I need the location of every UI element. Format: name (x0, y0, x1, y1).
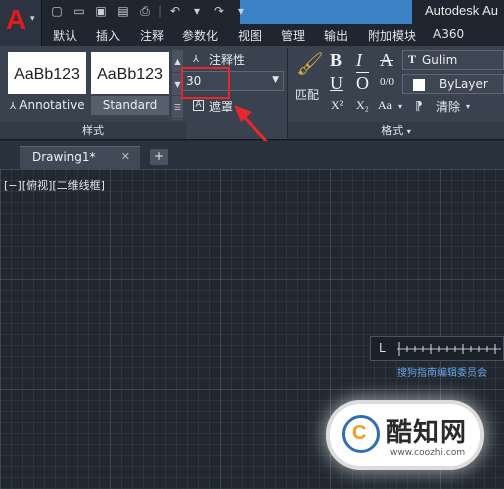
annotative-icon: ⅄ (193, 54, 200, 65)
chevron-down-icon: ▾ (406, 127, 411, 136)
text-style-standard[interactable]: AaBb123 (91, 52, 169, 94)
text-style-label: ⅄ Annotative (10, 98, 85, 112)
redo-icon[interactable]: ↷ (210, 3, 228, 20)
change-case-button[interactable]: Aa (378, 98, 392, 113)
ruler-ticks (397, 342, 501, 356)
watermark-url: www.coozhi.com (390, 448, 466, 458)
application-menu-button[interactable]: A ▾ (0, 0, 42, 46)
text-style-label: Standard (91, 96, 169, 115)
document-name: Drawing1* (32, 150, 96, 164)
subscript-button[interactable]: X₂ (356, 98, 369, 113)
redo-dropdown-icon[interactable]: ▾ (232, 3, 250, 20)
watermark-title: 酷知网 (386, 418, 468, 448)
tab-default[interactable]: 默认 (53, 27, 77, 44)
save-as-icon[interactable]: ▤ (114, 3, 132, 20)
quick-access-toolbar: ▢ ▭ ▣ ▤ ⎙ | ↶ ▾ ↷ ▾ (48, 3, 250, 20)
toolbar-separator: | (158, 4, 163, 18)
format-panel-title[interactable]: 格式 ▾ (288, 122, 504, 139)
format-panel-label: 格式 (381, 124, 404, 137)
tab-view[interactable]: 视图 (238, 27, 262, 44)
oblique-button[interactable]: 0/0 (380, 76, 394, 88)
viewport-controls[interactable]: [−][俯视][二维线框] (4, 177, 105, 193)
clear-format-button[interactable]: 清除 (436, 98, 460, 115)
ruler-caption: 搜狗指南编辑委员会 (397, 368, 487, 379)
new-file-icon[interactable]: ▢ (48, 3, 66, 20)
tab-manage[interactable]: 管理 (281, 27, 305, 44)
clear-format-icon: ⁋ (415, 99, 423, 113)
tab-output[interactable]: 输出 (324, 27, 348, 44)
title-bar: ▢ ▭ ▣ ▤ ⎙ | ↶ ▾ ↷ ▾ Autodesk Au (0, 0, 504, 24)
text-color-combobox[interactable]: ByLayer (402, 74, 504, 94)
chevron-down-icon: ▾ (30, 14, 35, 24)
save-icon[interactable]: ▣ (92, 3, 110, 20)
tab-stop-icon[interactable]: L (379, 341, 386, 355)
color-swatch (413, 79, 425, 91)
app-title: Autodesk Au (425, 3, 498, 18)
font-combobox[interactable]: T Gulim (402, 50, 504, 70)
open-icon[interactable]: ▭ (70, 3, 88, 20)
tab-annotate[interactable]: 注释 (140, 27, 164, 44)
tab-drawing1[interactable]: Drawing1* ✕ (20, 146, 140, 169)
undo-dropdown-icon[interactable]: ▾ (188, 3, 206, 20)
tab-insert[interactable]: 插入 (96, 27, 120, 44)
italic-button[interactable]: I (356, 50, 362, 71)
tab-parametric[interactable]: 参数化 (182, 27, 218, 44)
strikethrough-button[interactable]: A (380, 50, 393, 71)
expand-gallery-icon[interactable]: ☰ (172, 96, 183, 119)
annotative-button[interactable]: 注释性 (209, 51, 245, 68)
truetype-font-icon: T (408, 52, 417, 66)
coozhi-logo-icon: C (342, 415, 380, 453)
text-style-sample: AaBb123 (14, 66, 80, 83)
overline-button[interactable]: O (356, 73, 369, 94)
bold-button[interactable]: B (330, 50, 342, 71)
chevron-down-icon[interactable]: ▾ (398, 102, 402, 111)
underline-button[interactable]: U (330, 73, 343, 94)
new-tab-button[interactable]: + (150, 149, 168, 165)
chevron-down-icon[interactable]: ▾ (466, 102, 470, 111)
chevron-down-icon[interactable]: ▼ (272, 75, 279, 85)
highlight-box (181, 67, 230, 99)
watermark-logo: C 酷知网 www.coozhi.com (330, 404, 480, 466)
undo-icon[interactable]: ↶ (166, 3, 184, 20)
annotative-icon: ⅄ (10, 101, 20, 112)
title-bar-highlight (240, 0, 412, 24)
mask-icon: A (193, 100, 204, 111)
close-icon[interactable]: ✕ (121, 150, 130, 163)
print-icon[interactable]: ⎙ (136, 3, 154, 20)
text-color-name[interactable]: ByLayer (439, 77, 488, 91)
font-name[interactable]: Gulim (422, 53, 457, 67)
tab-a360[interactable]: A360 (433, 27, 464, 41)
superscript-button[interactable]: X² (331, 98, 343, 113)
text-style-sample: AaBb123 (97, 66, 163, 83)
ribbon-tab-bar: 默认 插入 注释 参数化 视图 管理 输出 附加模块 A360 (42, 24, 504, 46)
match-properties-icon[interactable]: 🖌 (296, 52, 324, 77)
document-tab-bar: Drawing1* ✕ + (0, 141, 504, 169)
text-style-annotative[interactable]: AaBb123 (8, 52, 86, 94)
text-editor-ruler[interactable]: L (370, 336, 504, 361)
styles-panel-title: 样式 (0, 122, 186, 139)
autocad-logo-icon: A (6, 4, 27, 35)
tab-addins[interactable]: 附加模块 (368, 27, 416, 44)
